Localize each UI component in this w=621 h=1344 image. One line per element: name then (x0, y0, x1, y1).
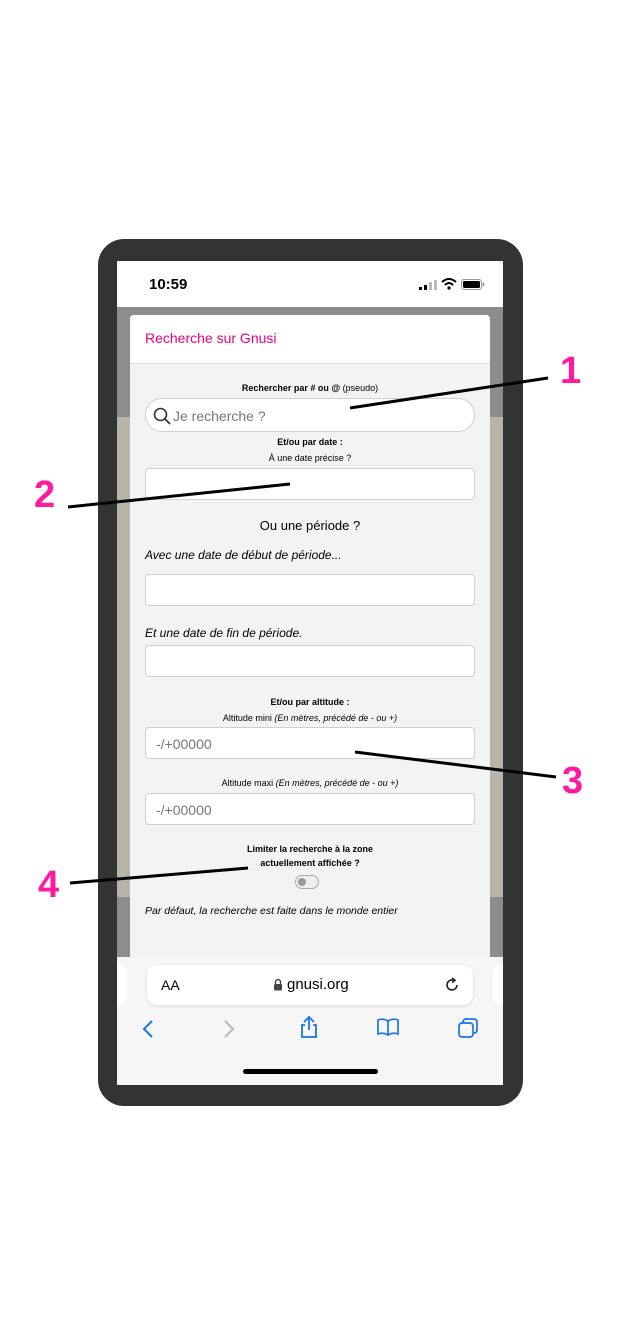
callout-number-3: 3 (562, 760, 584, 802)
callout-lines (67, 376, 557, 885)
callout-line-2 (67, 482, 291, 509)
callout-line-1 (349, 376, 549, 410)
callout-number-4: 4 (38, 864, 60, 906)
callout-number-2: 2 (34, 474, 56, 516)
callout-line-3 (354, 750, 557, 779)
callout-line-4 (69, 866, 249, 885)
callout-number-1: 1 (560, 350, 582, 392)
